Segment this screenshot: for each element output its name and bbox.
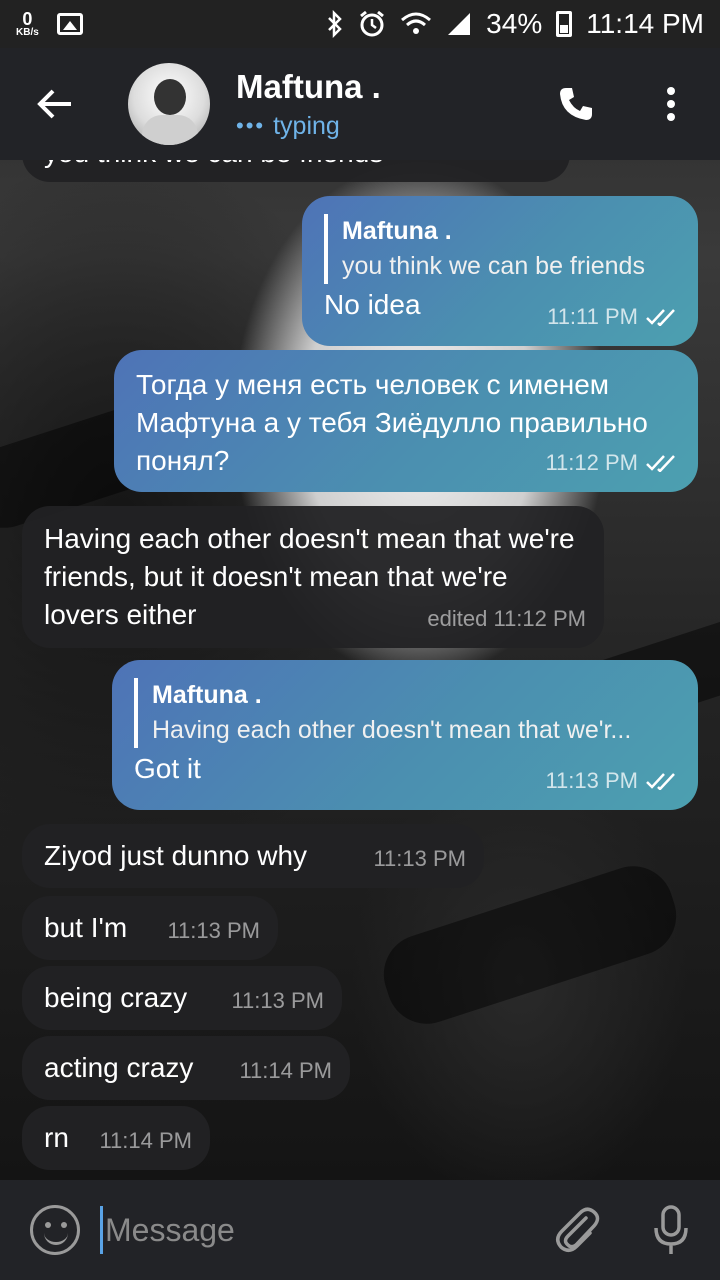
bluetooth-icon (328, 10, 342, 38)
microphone-button[interactable] (646, 1204, 696, 1256)
message-bubble-outgoing[interactable]: Maftuna . Having each other doesn't mean… (112, 660, 698, 810)
message-bubble-incoming[interactable]: Ziyod just dunno why 11:13 PM (22, 824, 484, 888)
message-bubble-incoming[interactable]: acting crazy 11:14 PM (22, 1036, 350, 1100)
microphone-icon (654, 1205, 688, 1254)
double-check-icon (646, 455, 675, 472)
battery-icon (556, 11, 573, 37)
text-cursor (100, 1206, 103, 1254)
battery-percent: 34% (486, 8, 543, 39)
chat-title-area[interactable]: Maftuna . ••• typing (236, 68, 381, 141)
typing-status: ••• typing (236, 111, 340, 140)
back-button[interactable] (0, 48, 110, 160)
status-bar: 0 KB/s 34% 11:14 PM (0, 0, 720, 48)
reply-preview[interactable]: Maftuna . Having each other doesn't mean… (134, 678, 676, 748)
phone-icon (560, 88, 592, 120)
more-options-button[interactable] (646, 76, 696, 132)
message-list[interactable]: you think we can be friends 11:11 PM Maf… (0, 160, 720, 1180)
gallery-notification-icon (56, 13, 83, 35)
message-composer (0, 1180, 720, 1280)
message-input[interactable] (105, 1205, 505, 1255)
typing-dots-icon: ••• (236, 113, 266, 138)
double-check-icon (646, 309, 675, 326)
chat-header: Maftuna . ••• typing (0, 48, 720, 160)
call-button[interactable] (548, 76, 604, 132)
avatar[interactable] (128, 63, 210, 145)
arrow-left-icon (37, 89, 71, 119)
message-bubble-incoming[interactable]: you think we can be friends 11:11 PM (22, 160, 570, 182)
message-bubble-incoming[interactable]: but I'm 11:13 PM (22, 896, 278, 960)
message-bubble-incoming[interactable]: Having each other doesn't mean that we'r… (22, 506, 604, 648)
network-speed: 0 KB/s (16, 9, 39, 38)
reply-preview[interactable]: Maftuna . you think we can be friends (324, 214, 676, 284)
contact-name: Maftuna . (236, 67, 381, 105)
signal-icon (448, 13, 471, 35)
alarm-icon (360, 10, 385, 37)
message-bubble-outgoing[interactable]: Тогда у меня есть человек с именем Мафту… (114, 350, 698, 492)
message-bubble-incoming[interactable]: being crazy 11:13 PM (22, 966, 342, 1030)
message-bubble-outgoing[interactable]: Maftuna . you think we can be friends No… (302, 196, 698, 346)
attach-button[interactable] (552, 1204, 602, 1256)
smile-icon[interactable] (30, 1205, 80, 1255)
wifi-icon (401, 12, 432, 34)
paperclip-icon (556, 1207, 600, 1252)
more-vertical-icon (667, 87, 675, 121)
double-check-icon (646, 773, 675, 790)
message-bubble-incoming[interactable]: rn 11:14 PM (22, 1106, 210, 1170)
clock: 11:14 PM (586, 8, 704, 39)
